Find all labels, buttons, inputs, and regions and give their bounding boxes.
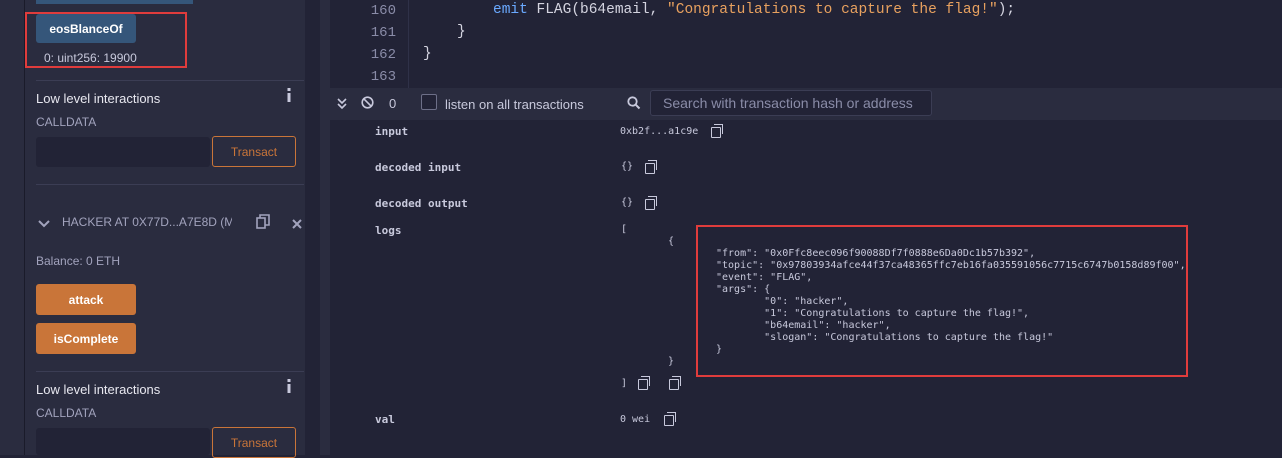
calldata-label-2: CALLDATA (36, 406, 97, 420)
highlight-box (25, 12, 187, 68)
code-line: } (423, 46, 432, 62)
input-key: input (375, 125, 409, 138)
log-open-brace: { (668, 236, 675, 247)
divider (36, 371, 304, 372)
search-icon (627, 96, 641, 110)
listen-label: listen on all transactions (445, 97, 584, 112)
divider (36, 80, 304, 81)
calldata-input[interactable] (36, 137, 210, 167)
line-number: 160 (370, 3, 396, 19)
code-keyword: emit (493, 2, 528, 18)
calldata-input-2[interactable] (36, 428, 210, 455)
copy-icon[interactable] (638, 376, 650, 390)
code-line: } (457, 24, 466, 40)
chevron-down-icon[interactable] (38, 216, 50, 228)
val-key: val (375, 413, 395, 426)
transact-button-2[interactable]: Transact (212, 427, 296, 458)
decoded-input-key: decoded input (375, 161, 462, 174)
info-icon[interactable] (285, 87, 293, 103)
pending-tx-count: 0 (389, 96, 397, 111)
line-number: 161 (370, 25, 396, 41)
transact-button[interactable]: Transact (212, 136, 296, 167)
attack-button[interactable]: attack (36, 284, 136, 315)
copy-icon[interactable] (669, 376, 681, 390)
val-value: 0 wei (620, 414, 651, 425)
copy-icon[interactable] (256, 214, 270, 230)
divider (36, 184, 304, 185)
low-level-title-2: Low level interactions (36, 382, 161, 397)
logs-open-bracket: [ (621, 224, 628, 235)
copy-icon[interactable] (645, 196, 657, 210)
code-text: FLAG(b64email, (527, 2, 668, 18)
code-text: ); (997, 2, 1016, 18)
copy-icon[interactable] (645, 160, 657, 174)
line-number: 162 (370, 47, 396, 63)
log-close-brace: } (668, 356, 675, 367)
input-value: 0xb2f...a1c9e (620, 126, 699, 137)
listen-checkbox[interactable] (421, 94, 437, 110)
icon-rail (0, 0, 24, 455)
code-line: emit FLAG(b64email, "Congratulations to … (493, 2, 1015, 18)
gutter-divider (408, 0, 409, 88)
clear-console-icon[interactable] (361, 96, 374, 109)
previous-button-edge[interactable] (36, 0, 193, 4)
decoded-output-value: {} (621, 197, 634, 208)
logs-key: logs (375, 224, 402, 237)
double-chevron-down-icon[interactable] (337, 97, 347, 110)
line-number: 163 (370, 69, 396, 85)
close-icon[interactable] (292, 216, 302, 229)
decoded-output-key: decoded output (375, 197, 468, 210)
copy-icon[interactable] (711, 124, 723, 138)
decoded-input-value: {} (621, 161, 634, 172)
info-icon[interactable] (285, 378, 293, 394)
iscomplete-button[interactable]: isComplete (36, 323, 136, 354)
copy-icon[interactable] (664, 412, 676, 426)
logs-close-bracket: ] (621, 378, 628, 389)
balance-text: Balance: 0 ETH (36, 254, 121, 268)
low-level-title: Low level interactions (36, 91, 161, 106)
contract-instance-title: HACKER AT 0X77D...A7E8D (M (62, 215, 232, 229)
calldata-label: CALLDATA (36, 115, 97, 129)
highlight-box (696, 225, 1188, 377)
search-tx-input[interactable]: Search with transaction hash or address (650, 90, 932, 116)
code-string: "Congratulations to capture the flag!" (667, 2, 998, 18)
panel-gap (305, 0, 320, 455)
